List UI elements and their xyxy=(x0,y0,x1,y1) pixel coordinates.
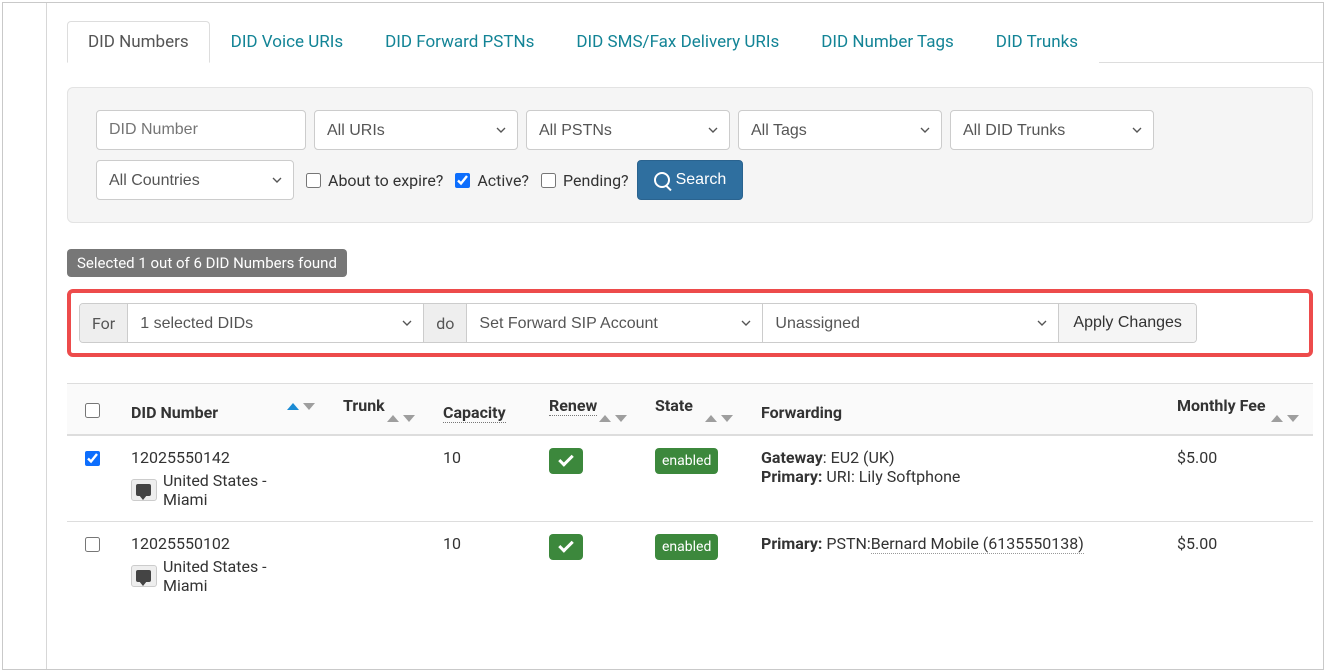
sort-asc-icon[interactable] xyxy=(705,415,717,422)
capacity-value: 10 xyxy=(429,522,535,608)
col-did-number[interactable]: DID Number xyxy=(131,403,218,422)
did-number-value[interactable]: 12025550142 xyxy=(131,448,315,467)
tab-did-number-tags[interactable]: DID Number Tags xyxy=(800,21,975,63)
sort-desc-icon[interactable] xyxy=(403,415,415,422)
tab-list: DID NumbersDID Voice URIsDID Forward PST… xyxy=(67,21,1323,63)
renew-badge xyxy=(549,534,583,560)
action-bar-highlight: For 1 selected DIDs do Set Forward SIP A… xyxy=(67,289,1313,357)
active-label[interactable]: Active? xyxy=(451,170,529,191)
table-row: 12025550142 United States - Miami 10 enable… xyxy=(67,435,1313,522)
did-location: United States - Miami xyxy=(163,471,315,509)
renew-badge xyxy=(549,448,583,474)
selection-status: Selected 1 out of 6 DID Numbers found xyxy=(67,249,347,277)
left-gutter xyxy=(3,3,47,669)
did-table: DID Number Trunk Cap xyxy=(67,383,1313,607)
forwarding-cell: Gateway: EU2 (UK)Primary: URI: Lily Soft… xyxy=(747,435,1163,522)
tab-did-trunks[interactable]: DID Trunks xyxy=(975,21,1099,63)
search-button[interactable]: Search xyxy=(637,160,744,200)
sort-desc-icon[interactable] xyxy=(303,403,315,410)
filter-panel: All URIs All PSTNs All Tags All DID Trun… xyxy=(67,87,1313,223)
col-state[interactable]: State xyxy=(655,396,693,415)
checkmark-icon xyxy=(558,451,574,467)
trunk-value xyxy=(329,522,429,608)
sort-asc-icon[interactable] xyxy=(1271,415,1283,422)
sort-asc-icon[interactable] xyxy=(387,415,399,422)
countries-select[interactable]: All Countries xyxy=(96,160,294,200)
checkmark-icon xyxy=(558,537,574,553)
did-location: United States - Miami xyxy=(163,557,315,595)
state-badge: enabled xyxy=(655,534,718,560)
table-row: 12025550102 United States - Miami 10 enable… xyxy=(67,522,1313,608)
action-bar: For 1 selected DIDs do Set Forward SIP A… xyxy=(79,303,1197,343)
capacity-value: 10 xyxy=(429,435,535,522)
select-all-checkbox[interactable] xyxy=(85,403,100,418)
apply-changes-button[interactable]: Apply Changes xyxy=(1059,304,1196,342)
trunks-select[interactable]: All DID Trunks xyxy=(950,110,1154,150)
pending-label[interactable]: Pending? xyxy=(537,170,629,191)
trunk-value xyxy=(329,435,429,522)
sort-asc-icon[interactable] xyxy=(287,403,299,410)
search-icon xyxy=(654,172,670,188)
col-trunk[interactable]: Trunk xyxy=(343,396,385,415)
pending-checkbox[interactable] xyxy=(541,173,556,188)
did-number-input[interactable] xyxy=(96,110,306,150)
tab-did-sms-fax-delivery-uris[interactable]: DID SMS/Fax Delivery URIs xyxy=(555,21,800,63)
col-monthly-fee[interactable]: Monthly Fee xyxy=(1177,396,1266,415)
tab-did-forward-pstns[interactable]: DID Forward PSTNs xyxy=(364,21,555,63)
tab-did-numbers[interactable]: DID Numbers xyxy=(67,21,210,63)
monthly-fee-value: $5.00 xyxy=(1163,435,1313,522)
monthly-fee-value: $5.00 xyxy=(1163,522,1313,608)
col-forwarding[interactable]: Forwarding xyxy=(761,403,842,422)
tags-select[interactable]: All Tags xyxy=(738,110,942,150)
chat-icon xyxy=(131,565,157,587)
for-addon: For xyxy=(80,304,128,342)
col-renew[interactable]: Renew xyxy=(549,396,597,416)
sort-desc-icon[interactable] xyxy=(615,415,627,422)
sort-asc-icon[interactable] xyxy=(599,415,611,422)
row-select-checkbox[interactable] xyxy=(85,451,100,466)
sort-desc-icon[interactable] xyxy=(721,415,733,422)
row-select-checkbox[interactable] xyxy=(85,537,100,552)
did-number-value[interactable]: 12025550102 xyxy=(131,534,315,553)
do-addon: do xyxy=(424,304,467,342)
chat-icon xyxy=(131,479,157,501)
pstns-select[interactable]: All PSTNs xyxy=(526,110,730,150)
forwarding-cell: Primary: PSTN:Bernard Mobile (6135550138… xyxy=(747,522,1163,608)
about-to-expire-label[interactable]: About to expire? xyxy=(302,170,443,191)
sort-desc-icon[interactable] xyxy=(1287,415,1299,422)
target-select[interactable]: Unassigned xyxy=(763,304,1059,342)
action-select[interactable]: Set Forward SIP Account xyxy=(467,304,763,342)
col-capacity[interactable]: Capacity xyxy=(443,403,506,423)
about-to-expire-checkbox[interactable] xyxy=(306,173,321,188)
state-badge: enabled xyxy=(655,448,718,474)
uris-select[interactable]: All URIs xyxy=(314,110,518,150)
active-checkbox[interactable] xyxy=(455,173,470,188)
tab-did-voice-uris[interactable]: DID Voice URIs xyxy=(210,21,364,63)
selected-dids-select[interactable]: 1 selected DIDs xyxy=(128,304,424,342)
